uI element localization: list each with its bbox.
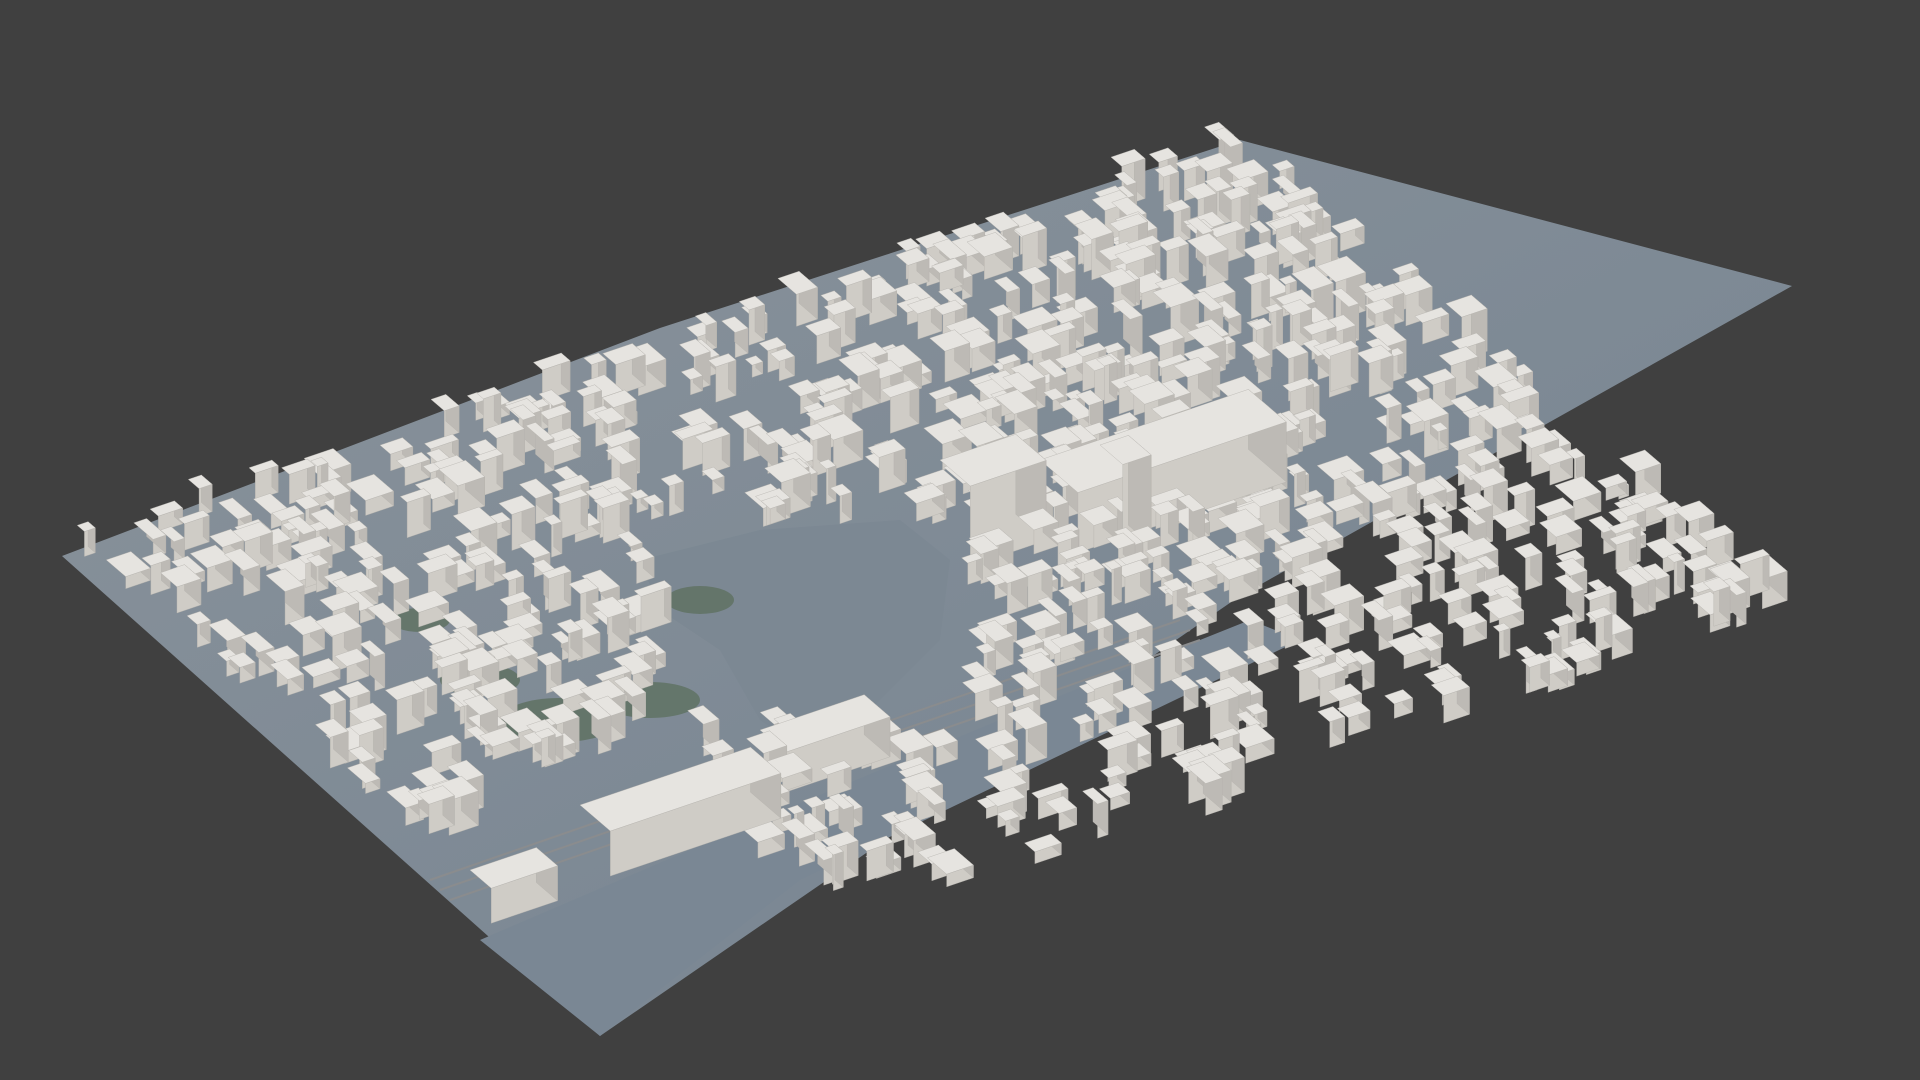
building-block xyxy=(1513,542,1543,591)
building-block xyxy=(1492,622,1511,660)
building-block xyxy=(1588,515,1617,555)
building-block xyxy=(1317,706,1346,748)
city-model-render xyxy=(62,121,1792,1036)
building-block xyxy=(1520,652,1550,693)
building-block xyxy=(1024,833,1062,864)
building-block xyxy=(1082,787,1109,839)
3d-viewport[interactable] xyxy=(0,0,1920,1080)
building-block xyxy=(1430,675,1470,724)
building-block xyxy=(1154,717,1184,758)
building-block xyxy=(1384,689,1413,719)
